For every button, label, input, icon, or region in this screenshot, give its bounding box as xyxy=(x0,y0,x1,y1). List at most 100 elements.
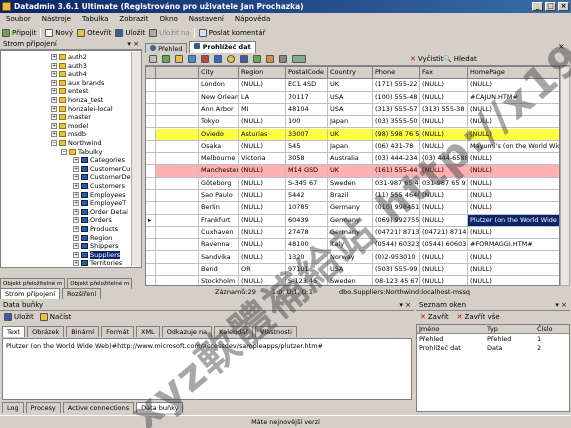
grid-cell[interactable]: London xyxy=(199,79,239,92)
grid-cell[interactable]: Berlin xyxy=(199,202,239,215)
grid-cell[interactable]: Osaka xyxy=(199,140,239,154)
row-indicator[interactable] xyxy=(146,190,156,203)
tab-extensions[interactable]: Rozšíření xyxy=(62,288,102,299)
row-indicator[interactable] xyxy=(146,239,156,252)
list-item[interactable]: Přehled Přehled 1 xyxy=(417,335,569,344)
grid-cell[interactable]: (171) 555-22 xyxy=(373,79,420,92)
grid-cell[interactable]: (03) 3555-50 xyxy=(373,116,420,129)
menu-settings[interactable]: Nastavení xyxy=(189,15,224,23)
grid-cell[interactable]: (NULL) xyxy=(468,202,559,215)
tab-cell-0[interactable]: Text xyxy=(2,326,26,337)
grid-cell[interactable]: Japan xyxy=(328,140,373,154)
grid-cell[interactable]: UK xyxy=(328,128,373,141)
row-indicator[interactable]: ▸ xyxy=(146,214,156,227)
row-indicator[interactable] xyxy=(146,263,156,277)
commit-icon[interactable] xyxy=(253,55,261,63)
menu-tools[interactable]: Nástroje xyxy=(42,15,71,23)
grid-cell[interactable]: (313) 555-57 xyxy=(373,103,420,117)
grid-cell[interactable]: 5442 xyxy=(286,190,328,203)
grid-cell[interactable]: (NULL) xyxy=(468,276,559,285)
new-button[interactable]: Nový xyxy=(45,28,73,37)
grid-cell[interactable]: UK xyxy=(328,165,373,178)
connection-tree[interactable]: + auth2 + auth3 + auth4 + aux brands + entest + hon… xyxy=(0,50,142,268)
menu-view[interactable]: Zobrazit xyxy=(119,15,148,23)
grid-cell[interactable] xyxy=(156,190,199,203)
export-icon[interactable] xyxy=(266,55,274,63)
save-as-button[interactable]: Uložit na xyxy=(149,28,190,37)
save-grid-icon[interactable] xyxy=(240,55,248,63)
tab-log[interactable]: Log xyxy=(2,402,24,413)
cell-save-button[interactable]: Uložit xyxy=(4,313,34,321)
grid-cell[interactable]: (NULL) xyxy=(239,239,286,252)
column-header[interactable]: Region xyxy=(239,67,286,80)
row-indicator[interactable] xyxy=(146,140,156,154)
expand-toggle-icon[interactable]: + xyxy=(51,114,57,121)
grid-cell[interactable] xyxy=(156,116,199,129)
grid-cell[interactable]: (NULL) xyxy=(420,276,468,285)
menu-window[interactable]: Okno xyxy=(159,15,177,23)
panel-close-icon[interactable]: ▾ × xyxy=(555,300,567,311)
close-window-button[interactable]: ✕ Zavřít xyxy=(420,313,449,321)
grid-cell[interactable]: Oviedo xyxy=(199,128,239,141)
list-item[interactable]: Prohlížeč dat Data 2 xyxy=(417,344,569,353)
minimize-button[interactable]: _ xyxy=(532,2,543,11)
grid-cell[interactable]: Ravenna xyxy=(199,239,239,252)
row-indicator[interactable] xyxy=(146,177,156,190)
grid-cell[interactable] xyxy=(156,214,199,227)
grid-cell[interactable]: 08-123 45 67 xyxy=(373,276,420,285)
grid-cell[interactable]: S-345 67 xyxy=(286,177,328,190)
grid-cell[interactable]: Cuxhaven xyxy=(199,226,239,240)
maximize-button[interactable]: □ xyxy=(545,2,556,11)
expand-toggle-icon[interactable]: + xyxy=(73,226,79,232)
expand-toggle-icon[interactable]: − xyxy=(61,148,67,155)
expand-toggle-icon[interactable]: + xyxy=(73,165,79,172)
grid-cell[interactable]: USA xyxy=(328,103,373,117)
table-row[interactable]: Manchester (NULL) M14 GSD UK (161) 555-44 (NU… xyxy=(146,165,559,178)
expand-toggle-icon[interactable]: + xyxy=(51,122,57,129)
tab-cell-2[interactable]: Binární xyxy=(66,326,100,337)
open-button[interactable]: Otevřít xyxy=(77,28,111,37)
grid-cell[interactable]: (NULL) xyxy=(420,79,468,92)
expand-toggle-icon[interactable]: + xyxy=(51,79,57,86)
grid-cell[interactable]: Sandvika xyxy=(199,251,239,264)
expand-toggle-icon[interactable]: + xyxy=(73,217,79,224)
row-indicator[interactable] xyxy=(146,226,156,240)
grid-cell[interactable]: (503) 555-99 xyxy=(373,263,420,277)
filter-icon[interactable] xyxy=(188,55,196,63)
grid-cell[interactable]: (NULL) xyxy=(468,165,559,178)
expand-toggle-icon[interactable]: + xyxy=(51,54,57,60)
grid-cell[interactable]: (NULL) xyxy=(239,140,286,154)
expand-toggle-icon[interactable]: + xyxy=(51,131,57,138)
grid-cell[interactable]: LA xyxy=(239,91,286,104)
grid-cell[interactable] xyxy=(156,128,199,141)
first-record-icon[interactable] xyxy=(149,55,157,63)
window-list[interactable]: Jméno Typ Číslo Přehled Přehled 1 Prohlížeč da… xyxy=(416,324,570,412)
expand-toggle-icon[interactable]: + xyxy=(73,260,79,267)
sql-icon[interactable] xyxy=(292,55,306,63)
connect-button[interactable]: Připojit xyxy=(2,28,36,37)
grid-cell[interactable]: Frankfurt xyxy=(199,214,239,227)
grid-cell[interactable]: Melbourne xyxy=(199,153,239,166)
grid-cell[interactable] xyxy=(156,177,199,190)
expand-toggle-icon[interactable]: − xyxy=(51,140,57,146)
expand-toggle-icon[interactable]: + xyxy=(73,200,79,207)
power-icon[interactable] xyxy=(227,55,235,63)
grid-cell[interactable] xyxy=(156,165,199,178)
grid-cell[interactable]: EC1 4SD xyxy=(286,79,328,92)
tab-overview[interactable]: Přehled xyxy=(145,43,188,53)
grid-cell[interactable] xyxy=(156,251,199,264)
grid-cell[interactable]: Victoria xyxy=(239,153,286,166)
grid-cell[interactable]: 33007 xyxy=(286,128,328,141)
menu-table[interactable]: Tabulka xyxy=(82,15,108,23)
grid-cell[interactable]: Ann Arbor xyxy=(199,103,239,117)
grid-cell[interactable]: Göteborg xyxy=(199,177,239,190)
grid-cell[interactable]: (NULL) xyxy=(239,202,286,215)
search-button[interactable]: 🔍 Hledat xyxy=(443,55,477,63)
row-indicator[interactable] xyxy=(146,103,156,117)
expand-toggle-icon[interactable]: + xyxy=(51,97,57,103)
expand-toggle-icon[interactable]: + xyxy=(51,105,57,112)
tab-cell-1[interactable]: Obrázek xyxy=(27,326,65,337)
row-indicator[interactable] xyxy=(146,116,156,129)
grid-cell[interactable]: (NULL) xyxy=(239,214,286,227)
grid-cell[interactable] xyxy=(156,79,199,92)
